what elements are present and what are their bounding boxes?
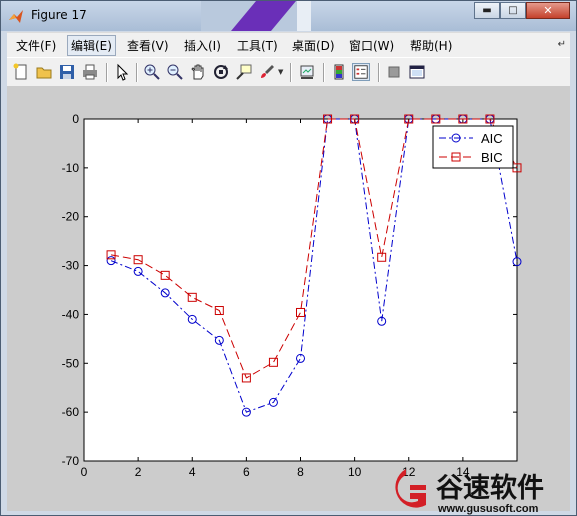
pointer-icon[interactable]: [113, 63, 131, 81]
background-decoration: [201, 1, 311, 31]
link-icon[interactable]: [298, 63, 316, 81]
colorbar-icon[interactable]: [330, 63, 348, 81]
hide-plot-tools-icon[interactable]: [385, 63, 403, 81]
zoom-in-icon[interactable]: [143, 63, 161, 81]
aic-legend-label: AIC: [481, 131, 503, 146]
menu-help[interactable]: 帮助(H): [410, 37, 452, 54]
data-cursor-icon[interactable]: [235, 63, 253, 81]
plot-area[interactable]: 0 2 4 6 8 10 12 140-10-20-30-40-50-60-70 AICBIC: [7, 86, 570, 511]
legend[interactable]: AIC BIC: [432, 125, 514, 169]
y-tick-label: -70: [62, 454, 80, 468]
print-icon[interactable]: [81, 63, 99, 81]
bic-legend-label: BIC: [481, 150, 503, 165]
x-tick-label: 6: [243, 465, 250, 479]
figure-canvas: 0 2 4 6 8 10 12 14 0 -10 -20 -30 -40 -50 -60 -70 AIC BIC: [7, 86, 570, 511]
zoom-out-icon[interactable]: [166, 63, 184, 81]
brush-icon[interactable]: [258, 63, 276, 81]
x-tick-label: 4: [189, 465, 196, 479]
toolbar-separator: [290, 63, 292, 82]
y-tick-label: -30: [62, 259, 80, 273]
watermark-logo: 谷速软件 www.gususoft.com: [395, 469, 544, 515]
y-tick-label: 0: [72, 112, 79, 126]
menu-overflow-icon[interactable]: ↵: [558, 39, 566, 50]
menu-desktop[interactable]: 桌面(D): [292, 37, 335, 54]
y-tick-label: -20: [62, 210, 80, 224]
rotate-icon[interactable]: [212, 63, 230, 81]
x-tick-label: 10: [348, 465, 362, 479]
figure-toolbar: ▼: [7, 57, 570, 87]
maximize-button[interactable]: □: [500, 2, 526, 19]
y-tick-label: -50: [62, 356, 80, 370]
x-tick-label: 0: [81, 465, 88, 479]
brush-dropdown-icon[interactable]: ▼: [278, 68, 283, 76]
menu-insert[interactable]: 插入(I): [184, 37, 221, 54]
pan-icon[interactable]: [189, 63, 207, 81]
menu-view[interactable]: 查看(V): [127, 37, 169, 54]
menu-edit[interactable]: 编辑(E): [67, 35, 116, 56]
minimize-button[interactable]: ▬: [474, 2, 500, 19]
toolbar-separator: [136, 63, 138, 82]
y-tick-label: -60: [62, 405, 80, 419]
window-title: Figure 17: [31, 8, 87, 22]
x-tick-label: 2: [135, 465, 142, 479]
matlab-logo-icon: [9, 10, 23, 23]
menu-window[interactable]: 窗口(W): [349, 37, 394, 54]
figure-window: Figure 17 ▬ □ ✕ 文件(F) 编辑(E) 查看(V) 插入(I) …: [0, 0, 577, 516]
show-plot-tools-icon[interactable]: [408, 63, 426, 81]
open-icon[interactable]: [35, 63, 53, 81]
close-button[interactable]: ✕: [526, 2, 570, 19]
toolbar-separator: [323, 63, 325, 82]
menu-bar: 文件(F) 编辑(E) 查看(V) 插入(I) 工具(T) 桌面(D) 窗口(W…: [7, 32, 570, 57]
y-tick-label: -40: [62, 307, 80, 321]
legend-icon[interactable]: [352, 63, 370, 81]
axes-background[interactable]: [83, 118, 518, 462]
x-tick-label: 8: [297, 465, 304, 479]
menu-tools[interactable]: 工具(T): [237, 37, 278, 54]
save-icon[interactable]: [58, 63, 76, 81]
toolbar-separator: [106, 63, 108, 82]
menu-file[interactable]: 文件(F): [16, 37, 56, 54]
toolbar-separator: [378, 63, 380, 82]
watermark-brand: 谷速软件: [436, 473, 544, 503]
watermark-url: www.gususoft.com: [437, 503, 539, 515]
title-bar[interactable]: Figure 17 ▬ □ ✕: [1, 1, 576, 31]
y-tick-label: -10: [62, 161, 80, 175]
new-figure-icon[interactable]: [12, 63, 30, 81]
